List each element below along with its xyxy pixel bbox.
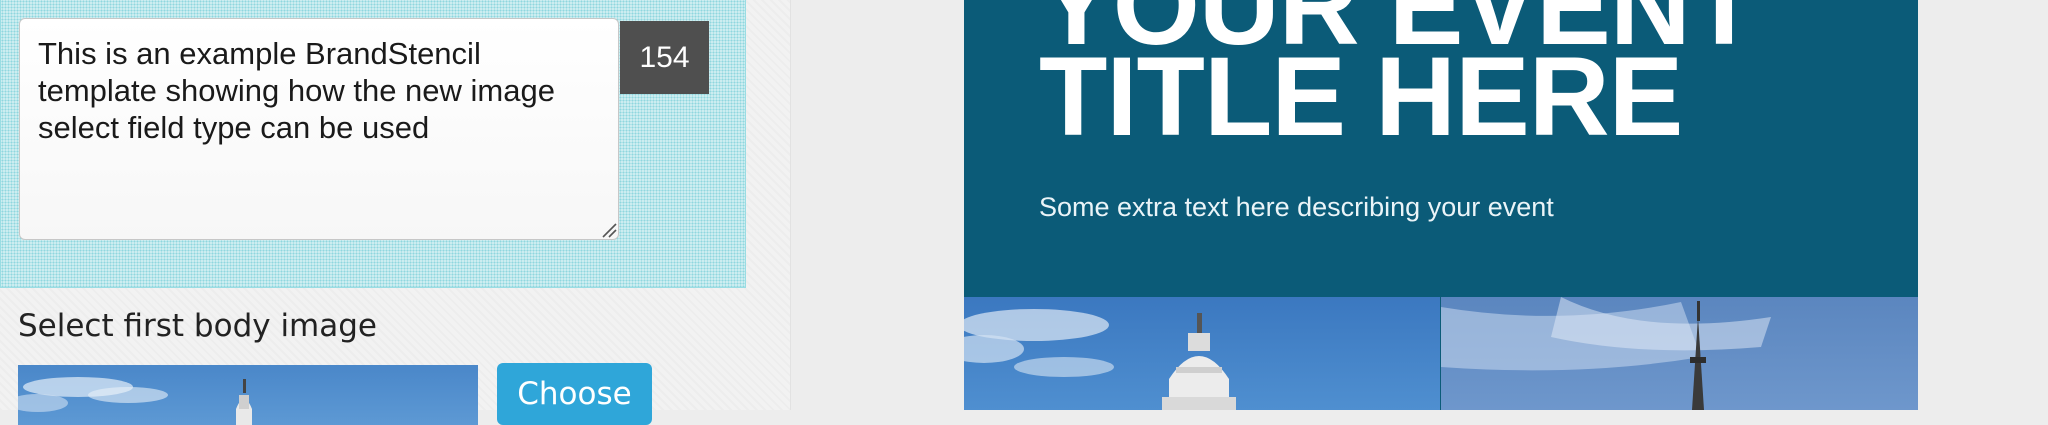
capitol-thumbnail-image bbox=[18, 377, 252, 425]
character-counter: 154 bbox=[620, 21, 709, 94]
capitol-dome-image bbox=[964, 309, 1236, 410]
select-image-label: Select first body image bbox=[18, 308, 377, 344]
church-spire-image bbox=[1441, 297, 1771, 410]
spire-photo bbox=[1441, 297, 1918, 410]
selected-image-thumbnail[interactable] bbox=[18, 365, 478, 425]
resize-grip-icon[interactable] bbox=[601, 222, 617, 238]
choose-image-button[interactable]: Choose bbox=[497, 363, 652, 425]
editor-panel: This is an example BrandStencil template… bbox=[0, 0, 791, 425]
capitol-photo bbox=[964, 297, 1440, 410]
poster-preview: YOUR EVENT TITLE HERE Some extra text he… bbox=[964, 0, 1918, 410]
poster-photo-row bbox=[964, 297, 1918, 410]
body-text-field: This is an example BrandStencil template… bbox=[0, 0, 746, 288]
poster-subtitle: Some extra text here describing your eve… bbox=[1039, 192, 1554, 222]
poster-title: YOUR EVENT TITLE HERE bbox=[1039, 0, 1758, 159]
body-textarea[interactable]: This is an example BrandStencil template… bbox=[19, 18, 619, 240]
poster-title-line-2: TITLE HERE bbox=[1039, 34, 1683, 159]
